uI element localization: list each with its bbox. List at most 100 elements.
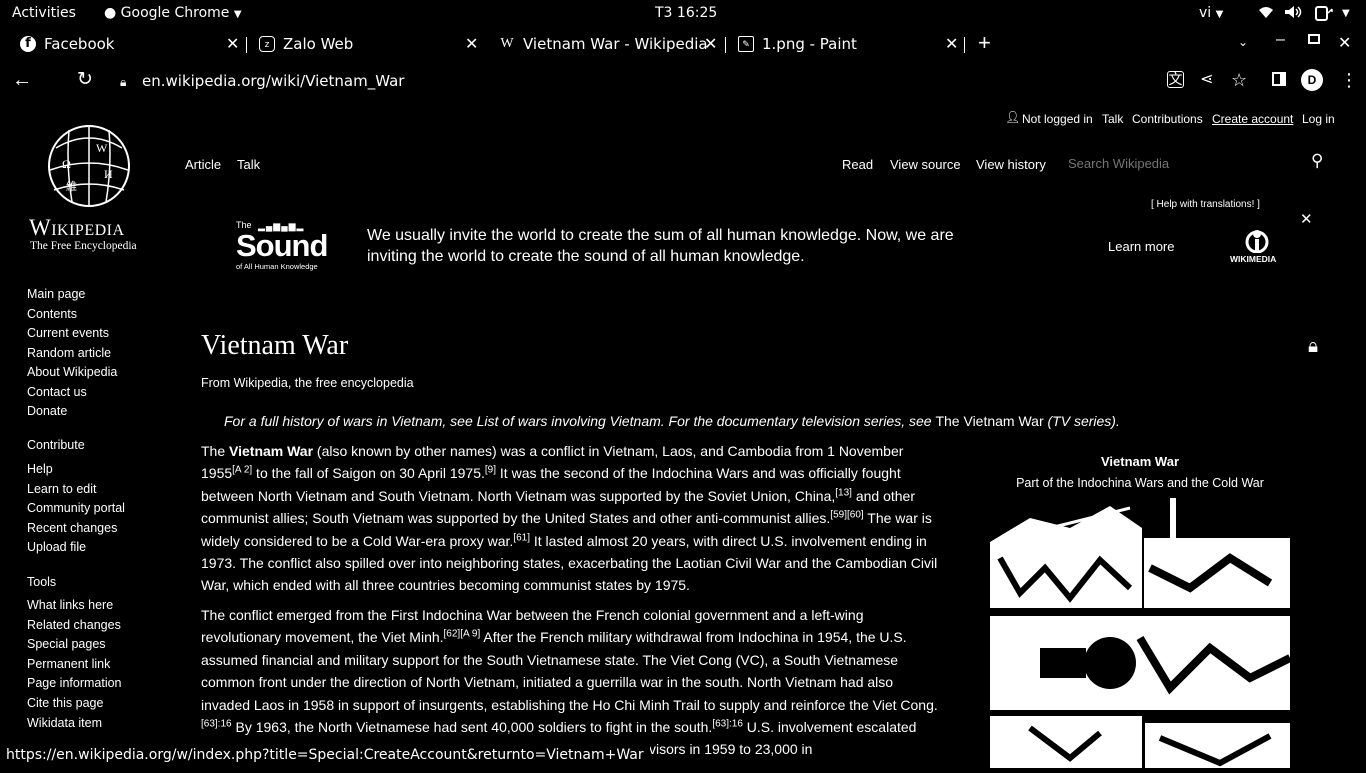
new-tab-plus-icon[interactable]: +	[978, 30, 991, 56]
tab-search-chevron-icon[interactable]: ⌄	[1238, 35, 1248, 49]
activities-button[interactable]: Activities	[12, 5, 76, 21]
language-indicator[interactable]: vi ▼	[1199, 5, 1223, 21]
user-talk-link[interactable]: Talk	[1102, 112, 1123, 126]
log-in-link[interactable]: Log in	[1302, 112, 1335, 126]
nav-item-learn-to-edit[interactable]: Learn to edit	[27, 482, 97, 496]
nav-item-about-wikipedia[interactable]: About Wikipedia	[27, 365, 117, 379]
address-input[interactable]: en.wikipedia.org/wiki/Vietnam_War	[142, 72, 404, 90]
wikimedia-label: WIKIMEDIA	[1230, 254, 1277, 264]
nav-item-main-page[interactable]: Main page	[27, 287, 85, 301]
tab-view-history[interactable]: View history	[976, 157, 1046, 172]
chevron-down-icon: ▼	[1215, 9, 1224, 20]
tab-read[interactable]: Read	[842, 157, 873, 172]
profile-avatar[interactable]: D	[1301, 69, 1323, 91]
page-title: Vietnam War	[201, 330, 349, 361]
nav-item-permanent-link[interactable]: Permanent link	[27, 657, 110, 671]
side-panel-icon[interactable]	[1272, 72, 1286, 86]
nav-item-help[interactable]: Help	[27, 462, 53, 476]
nav-item-recent-changes[interactable]: Recent changes	[27, 521, 117, 535]
tab-label: Zalo Web	[283, 35, 354, 53]
close-icon[interactable]: ✕	[945, 34, 958, 53]
close-icon[interactable]: ✕	[465, 34, 478, 53]
wikipedia-wordmark: Wikipedia	[29, 215, 125, 240]
tab-separator	[246, 37, 247, 53]
minimize-icon[interactable]: –	[1276, 31, 1285, 49]
nav-item-contents[interactable]: Contents	[27, 307, 77, 321]
wikimedia-icon	[1245, 230, 1269, 253]
sound-logo: The ▂▄▆▄▆▂ Sound of All Human Knowledge	[236, 220, 344, 272]
nav-item-special-pages[interactable]: Special pages	[27, 637, 106, 651]
tab-label: 1.png - Paint	[762, 35, 857, 53]
nav-item-related-changes[interactable]: Related changes	[27, 618, 121, 632]
create-account-link[interactable]: Create account	[1212, 112, 1293, 126]
volume-icon[interactable]	[1284, 5, 1302, 23]
nav-item-community-portal[interactable]: Community portal	[27, 501, 125, 515]
svg-text:維: 維	[66, 180, 77, 193]
tab-label: Vietnam War - Wikipedia	[523, 35, 708, 53]
zalo-icon: z	[259, 36, 275, 52]
tab-zalo[interactable]: z Zalo Web ✕	[259, 27, 484, 61]
window-close-icon[interactable]: ✕	[1338, 33, 1351, 53]
close-icon[interactable]: ✕	[704, 34, 717, 53]
restore-icon[interactable]	[1308, 34, 1320, 44]
back-arrow-icon[interactable]: ←	[12, 70, 32, 90]
chevron-down-icon: ▼	[233, 9, 242, 20]
padlock-icon[interactable]: 🔒︎	[1308, 336, 1318, 358]
nav-item-donate[interactable]: Donate	[27, 404, 67, 418]
nav-item-wikidata-item[interactable]: Wikidata item	[27, 716, 102, 730]
tab-separator	[725, 37, 726, 53]
link-status-bar: https://en.wikipedia.org/w/index.php?tit…	[0, 744, 650, 768]
infobox-photo-montage[interactable]	[990, 498, 1292, 768]
wikipedia-globe-logo[interactable]: Ω W И 維	[36, 118, 142, 216]
system-top-bar: Activities ● Google Chrome ▼ T3 16:25 vi…	[0, 0, 1366, 27]
lock-icon[interactable]: 🔒︎	[120, 72, 126, 92]
nav-item-contact-us[interactable]: Contact us	[27, 385, 87, 399]
share-icon[interactable]: ⋖	[1200, 70, 1213, 90]
nav-item-random-article[interactable]: Random article	[27, 346, 111, 360]
facebook-icon: f	[20, 36, 36, 52]
hatnote-link[interactable]: The Vietnam War	[935, 413, 1043, 429]
tools-heading: Tools	[27, 575, 57, 589]
language-label: vi	[1199, 5, 1212, 21]
translate-icon[interactable]: 文	[1167, 71, 1184, 88]
hatnote-text: For a full history of wars in Vietnam, s…	[224, 413, 936, 429]
nav-item-cite-this-page[interactable]: Cite this page	[27, 696, 103, 710]
not-logged-in-text: Not logged in	[1022, 112, 1093, 126]
nav-item-what-links-here[interactable]: What links here	[27, 598, 113, 612]
svg-text:И: И	[104, 167, 113, 181]
svg-text:Ω: Ω	[62, 157, 71, 171]
bookmark-star-icon[interactable]: ☆	[1231, 70, 1247, 90]
contribute-heading: Contribute	[27, 438, 85, 452]
tab-talk[interactable]: Talk	[237, 157, 260, 172]
search-input[interactable]	[1062, 151, 1302, 175]
nav-item-current-events[interactable]: Current events	[27, 326, 109, 340]
paint-icon: ✎	[738, 36, 754, 52]
search-icon[interactable]: ⚲	[1311, 151, 1323, 171]
wifi-icon[interactable]	[1258, 5, 1274, 23]
app-menu-button[interactable]: ● Google Chrome ▼	[104, 5, 242, 21]
system-menu-chevron-icon[interactable]: ▼	[1342, 8, 1350, 19]
tab-facebook[interactable]: f Facebook ✕	[20, 27, 245, 61]
clock[interactable]: T3 16:25	[655, 5, 717, 21]
nav-item-upload-file[interactable]: Upload file	[27, 540, 86, 554]
reload-icon[interactable]: ↻	[77, 70, 93, 90]
from-wikipedia-tagline: From Wikipedia, the free encyclopedia	[201, 376, 414, 390]
lead-paragraph-2: The conflict emerged from the First Indo…	[201, 607, 938, 758]
banner-close-icon[interactable]: ✕	[1300, 210, 1313, 228]
tab-paint[interactable]: ✎ 1.png - Paint ✕	[738, 27, 963, 61]
learn-more-link[interactable]: Learn more	[1108, 239, 1174, 254]
nav-item-page-information[interactable]: Page information	[27, 676, 122, 690]
battery-icon[interactable]	[1314, 5, 1336, 25]
wikimedia-logo: WIKIMEDIA	[1230, 229, 1284, 265]
help-translations-link[interactable]: [ Help with translations! ]	[1151, 199, 1260, 210]
infobox-subtitle: Part of the Indochina Wars and the Cold …	[1016, 476, 1264, 490]
hatnote: For a full history of wars in Vietnam, s…	[224, 413, 1120, 429]
kebab-menu-icon[interactable]: ⋮	[1340, 70, 1358, 90]
tab-article[interactable]: Article	[185, 157, 221, 172]
wikipedia-tagline: The Free Encyclopedia	[30, 240, 137, 252]
hatnote-text-end: (TV series).	[1043, 413, 1120, 429]
contributions-link[interactable]: Contributions	[1132, 112, 1203, 126]
close-icon[interactable]: ✕	[226, 34, 239, 53]
tab-vietnam-war-wikipedia[interactable]: W Vietnam War - Wikipedia ✕	[499, 27, 724, 61]
tab-view-source[interactable]: View source	[890, 157, 961, 172]
